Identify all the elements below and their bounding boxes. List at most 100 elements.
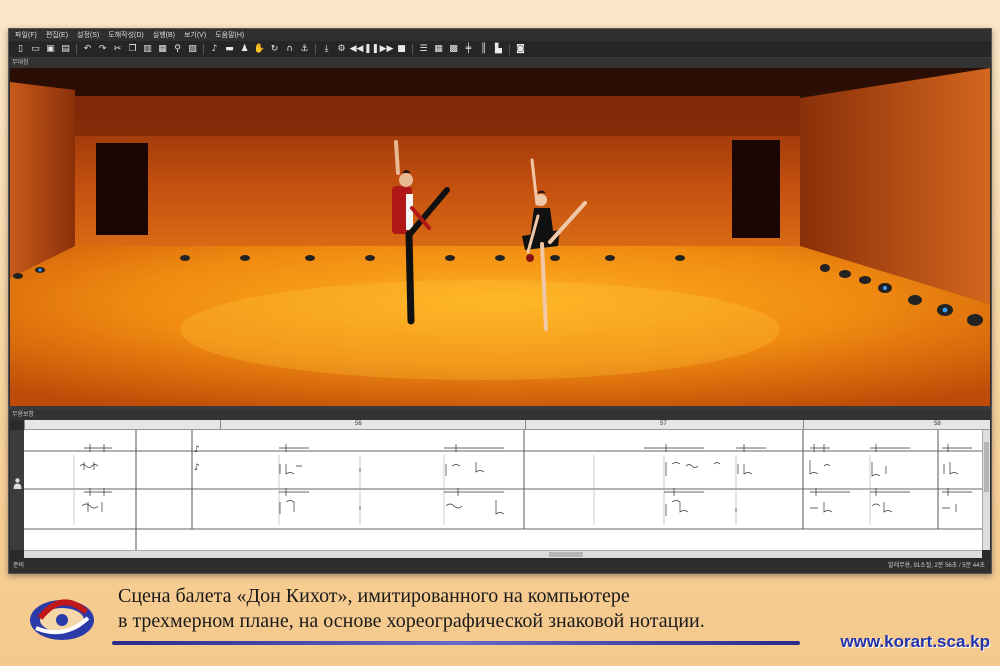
rewind-icon: ◀◀ — [349, 44, 364, 54]
toolbar-separator — [315, 43, 316, 55]
rewind-button[interactable]: ◀◀ — [349, 42, 364, 57]
notation-button[interactable]: ♪ — [207, 42, 222, 57]
menu-item[interactable]: 보기(V) — [184, 30, 206, 40]
notation-score[interactable]: ♪ ♪ — [24, 430, 982, 550]
caption-line-2: в трехмерном плане, на основе хореографи… — [118, 610, 705, 632]
new-file-icon: ▯ — [18, 44, 23, 54]
right-doorway — [732, 140, 780, 238]
toolbar: ▯ ▭ ▣ ▤ ↶ ↷ ✂ ❐ ▥ ▦ ⚲ ▨ ♪ ▬ ♟ ✋ ↻ ∩ ⚓ ⤓ ⚙ ◀◀ ❚❚ ▶▶ ■ ☰ ▦ ▩ ╪ ║ ▙ ◙ — [9, 41, 991, 58]
fast-forward-icon: ▶▶ — [379, 44, 394, 54]
anchor-button[interactable]: ⚓ — [297, 42, 312, 57]
pause-icon: ❚❚ — [363, 44, 380, 54]
measure-number: 57 — [660, 421, 667, 427]
caption-band: Сцена балета «Дон Кихот», имитированного… — [0, 578, 1000, 666]
gear-button[interactable]: ⚙ — [334, 42, 349, 57]
menu-item[interactable]: 도움말(H) — [215, 30, 244, 40]
stage-3d-viewport[interactable] — [10, 68, 990, 406]
measure-number: 56 — [355, 421, 362, 427]
menu-item[interactable]: 편집(E) — [46, 30, 68, 40]
horizontal-scrollbar[interactable] — [24, 550, 982, 558]
list-icon: ☰ — [419, 44, 428, 54]
measure-ruler: 56 57 58 — [24, 420, 990, 430]
cut-button[interactable]: ✂ — [110, 42, 125, 57]
status-bar: 준비 발레무용, 91소절, 2분 56초 / 5분 44초 — [9, 560, 991, 573]
status-ready: 준비 — [13, 563, 25, 569]
align-button[interactable]: ╪ — [461, 42, 476, 57]
gear-icon: ⚙ — [337, 44, 346, 54]
save-all-icon: ▤ — [61, 44, 70, 54]
new-file-button[interactable]: ▯ — [13, 42, 28, 57]
columns-icon: ║ — [480, 44, 487, 54]
align-icon: ╪ — [465, 44, 472, 54]
menu-item[interactable]: 도해작성(D) — [108, 30, 143, 40]
notation-icon: ♪ — [211, 44, 218, 54]
caption-underline — [112, 641, 800, 645]
left-doorway — [96, 143, 148, 235]
svg-text:♪: ♪ — [194, 445, 200, 455]
vertical-scrollbar[interactable] — [982, 430, 990, 550]
ruler-cell — [24, 420, 220, 430]
back-wall-valance — [75, 96, 800, 136]
clipboard-icon: ▦ — [158, 44, 167, 54]
notation-panel: 56 57 58 ♪ ♪ — [10, 420, 990, 560]
find-icon: ⚲ — [174, 44, 181, 54]
paste-icon: ▥ — [143, 44, 152, 54]
ruler-cell: 57 — [525, 420, 803, 430]
camera-button[interactable]: ◙ — [513, 42, 528, 57]
open-folder-button[interactable]: ▭ — [28, 42, 43, 57]
undo-icon: ↶ — [83, 44, 92, 54]
menu-item[interactable]: 실행(B) — [153, 30, 175, 40]
figure-button[interactable]: ♟ — [237, 42, 252, 57]
chart-button[interactable]: ▙ — [491, 42, 506, 57]
redo-button[interactable]: ↷ — [95, 42, 110, 57]
menu-item[interactable]: 설정(S) — [77, 30, 99, 40]
track-header — [10, 430, 24, 550]
caption-text: Сцена балета «Дон Кихот», имитированного… — [118, 584, 838, 634]
undo-button[interactable]: ↶ — [80, 42, 95, 57]
copy-button[interactable]: ❐ — [125, 42, 140, 57]
vertical-scroll-thumb[interactable] — [984, 442, 989, 492]
rotate-button[interactable]: ↻ — [267, 42, 282, 57]
person-icon[interactable] — [13, 478, 22, 489]
notation-staff: ♪ ♪ — [24, 430, 982, 550]
list-button[interactable]: ☰ — [416, 42, 431, 57]
app-window: 파일(F) 편집(E) 설정(S) 도해작성(D) 실행(B) 보기(V) 도움말(H) ▯… — [8, 28, 992, 574]
save-all-button[interactable]: ▤ — [58, 42, 73, 57]
rotate-icon: ↻ — [270, 44, 279, 54]
menu-item[interactable]: 파일(F) — [15, 30, 37, 40]
open-folder-icon: ▭ — [31, 44, 40, 54]
headphone-icon: ∩ — [286, 44, 293, 54]
fast-forward-button[interactable]: ▶▶ — [379, 42, 394, 57]
toolbar-separator — [509, 43, 510, 55]
site-url[interactable]: www.korart.sca.kp — [840, 632, 990, 652]
notation-panel-label: 무용보창 — [9, 410, 991, 420]
stop-button[interactable]: ■ — [394, 42, 409, 57]
save-icon: ▣ — [46, 44, 55, 54]
hand-button[interactable]: ✋ — [252, 42, 267, 57]
download-button[interactable]: ⤓ — [319, 42, 334, 57]
svg-text:♪: ♪ — [194, 463, 200, 473]
logo — [30, 599, 94, 640]
horizontal-scroll-thumb[interactable] — [549, 552, 583, 557]
keyboard-button[interactable]: ▩ — [446, 42, 461, 57]
grid-icon: ▦ — [434, 44, 443, 54]
ruler-button[interactable]: ▬ — [222, 42, 237, 57]
menubar: 파일(F) 편집(E) 설정(S) 도해작성(D) 실행(B) 보기(V) 도움말(H) — [9, 29, 991, 41]
columns-button[interactable]: ║ — [476, 42, 491, 57]
pause-button[interactable]: ❚❚ — [364, 42, 379, 57]
find-button[interactable]: ⚲ — [170, 42, 185, 57]
measure-number: 58 — [934, 421, 941, 427]
headphone-button[interactable]: ∩ — [282, 42, 297, 57]
floor-spotlight — [180, 280, 780, 380]
image-button[interactable]: ▨ — [185, 42, 200, 57]
toolbar-separator — [412, 43, 413, 55]
paste-button[interactable]: ▥ — [140, 42, 155, 57]
grid-button[interactable]: ▦ — [431, 42, 446, 57]
stop-icon: ■ — [397, 44, 406, 54]
notation-symbols — [79, 444, 972, 516]
copy-icon: ❐ — [128, 44, 137, 54]
save-button[interactable]: ▣ — [43, 42, 58, 57]
clipboard-button[interactable]: ▦ — [155, 42, 170, 57]
toolbar-separator — [76, 43, 77, 55]
image-icon: ▨ — [188, 44, 197, 54]
